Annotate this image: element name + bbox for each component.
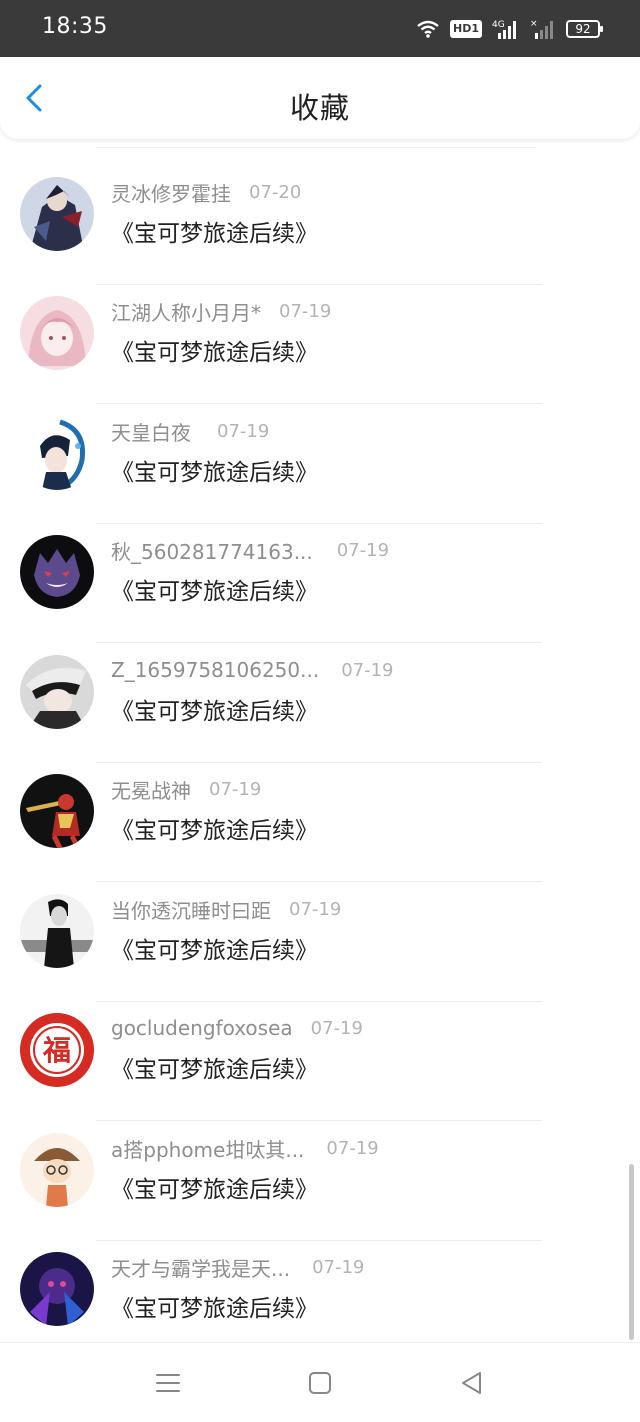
avatar[interactable] <box>20 416 94 490</box>
status-icons: HD1 4G × 92 <box>416 16 603 42</box>
item-meta: a搭pphome坩呔其... 07-19 <box>111 1133 379 1163</box>
back-triangle-icon <box>462 1372 481 1394</box>
item-meta: gocludengfoxosea 07-19 <box>111 1013 363 1043</box>
header: 收藏 <box>0 57 640 139</box>
item-username[interactable]: 天皇白夜 <box>111 417 191 446</box>
avatar[interactable] <box>20 1133 94 1207</box>
list-item[interactable]: Z_1659758106250... 07-19 《宝可梦旅途后续》 <box>0 644 640 763</box>
menu-icon <box>156 1374 180 1392</box>
item-title[interactable]: 《宝可梦旅途后续》 <box>111 692 318 726</box>
item-title[interactable]: 《宝可梦旅途后续》 <box>111 1170 318 1204</box>
item-date: 07-19 <box>312 1256 365 1278</box>
item-username[interactable]: Z_1659758106250... <box>111 658 319 682</box>
item-meta: 灵冰修罗霍挂 07-20 <box>111 177 301 207</box>
item-username[interactable]: gocludengfoxosea <box>111 1016 293 1040</box>
item-meta: Z_1659758106250... 07-19 <box>111 655 394 685</box>
item-meta: 无冕战神 07-19 <box>111 774 261 804</box>
list-item[interactable]: 灵冰修罗霍挂 07-20 《宝可梦旅途后续》 <box>0 166 640 285</box>
item-title[interactable]: 《宝可梦旅途后续》 <box>111 1050 318 1084</box>
item-title[interactable]: 《宝可梦旅途后续》 <box>111 1289 318 1323</box>
hd-icon: HD1 <box>450 20 482 38</box>
item-date: 07-20 <box>249 181 302 203</box>
item-date: 07-19 <box>217 420 270 442</box>
list-item[interactable]: 福 gocludengfoxosea 07-19 《宝可梦旅途后续》 <box>0 1002 640 1121</box>
svg-text:4G: 4G <box>492 20 505 30</box>
battery-icon: 92 <box>566 20 603 38</box>
divider <box>96 881 542 882</box>
item-meta: 天才与霸学我是天... 07-19 <box>111 1252 364 1282</box>
item-username[interactable]: 灵冰修罗霍挂 <box>111 178 231 207</box>
list-item[interactable]: 天皇白夜 07-19 《宝可梦旅途后续》 <box>0 405 640 524</box>
item-date: 07-19 <box>209 778 262 800</box>
list-item[interactable]: a搭pphome坩呔其... 07-19 《宝可梦旅途后续》 <box>0 1122 640 1241</box>
avatar[interactable] <box>20 774 94 848</box>
nav-bar <box>0 1342 640 1422</box>
item-date: 07-19 <box>289 898 342 920</box>
page-title: 收藏 <box>289 91 350 125</box>
svg-text:福: 福 <box>42 1034 71 1067</box>
avatar[interactable] <box>20 296 94 370</box>
avatar[interactable]: 福 <box>20 1013 94 1087</box>
item-date: 07-19 <box>279 300 332 322</box>
list-item[interactable]: 江湖人称小月月* 07-19 《宝可梦旅途后续》 <box>0 285 640 404</box>
list-item[interactable]: 秋_560281774163... 07-19 《宝可梦旅途后续》 <box>0 524 640 643</box>
item-title[interactable]: 《宝可梦旅途后续》 <box>111 453 318 487</box>
avatar[interactable] <box>20 177 94 251</box>
item-meta: 当你透沉睡时曰距 07-19 <box>111 894 341 924</box>
signal-4g-icon: 4G <box>492 20 516 39</box>
item-username[interactable]: a搭pphome坩呔其... <box>111 1134 304 1163</box>
avatar[interactable] <box>20 535 94 609</box>
svg-text:×: × <box>530 19 538 29</box>
item-title[interactable]: 《宝可梦旅途后续》 <box>111 931 318 965</box>
item-meta: 天皇白夜 07-19 <box>111 416 269 446</box>
home-square-icon <box>309 1372 331 1394</box>
item-username[interactable]: 天才与霸学我是天... <box>111 1253 290 1282</box>
wifi-icon <box>417 20 439 38</box>
divider <box>96 403 542 404</box>
divider <box>96 147 536 148</box>
divider <box>96 642 542 643</box>
signal-icon: × <box>530 19 553 39</box>
avatar[interactable] <box>20 894 94 968</box>
item-date: 07-19 <box>310 1017 363 1039</box>
avatar[interactable] <box>20 655 94 729</box>
item-title[interactable]: 《宝可梦旅途后续》 <box>111 811 318 845</box>
status-bar: 18:35 HD1 4G × 92 <box>0 0 640 57</box>
item-title[interactable]: 《宝可梦旅途后续》 <box>111 572 318 606</box>
divider <box>96 1120 542 1121</box>
item-username[interactable]: 江湖人称小月月* <box>111 297 261 326</box>
favorites-list: 灵冰修罗霍挂 07-20 《宝可梦旅途后续》 江湖人称小月月* 07-19 《宝… <box>0 139 640 1342</box>
item-username[interactable]: 当你透沉睡时曰距 <box>111 895 271 924</box>
menu-button[interactable] <box>154 1369 182 1397</box>
item-meta: 秋_560281774163... 07-19 <box>111 535 389 565</box>
home-button[interactable] <box>306 1369 334 1397</box>
item-username[interactable]: 无冕战神 <box>111 775 191 804</box>
list-item[interactable]: 无冕战神 07-19 《宝可梦旅途后续》 <box>0 763 640 882</box>
avatar[interactable] <box>20 1252 94 1326</box>
scrollbar[interactable] <box>629 1164 634 1340</box>
item-date: 07-19 <box>341 659 394 681</box>
item-date: 07-19 <box>326 1137 379 1159</box>
item-title[interactable]: 《宝可梦旅途后续》 <box>111 333 318 367</box>
list-item[interactable]: 天才与霸学我是天... 07-19 《宝可梦旅途后续》 <box>0 1241 640 1342</box>
list-item[interactable]: 当你透沉睡时曰距 07-19 《宝可梦旅途后续》 <box>0 883 640 1002</box>
item-title[interactable]: 《宝可梦旅途后续》 <box>111 214 318 248</box>
item-meta: 江湖人称小月月* 07-19 <box>111 296 331 326</box>
status-time: 18:35 <box>42 14 108 39</box>
item-date: 07-19 <box>336 539 390 561</box>
item-username[interactable]: 秋_560281774163... <box>111 536 313 565</box>
back-nav-button[interactable] <box>458 1369 486 1397</box>
